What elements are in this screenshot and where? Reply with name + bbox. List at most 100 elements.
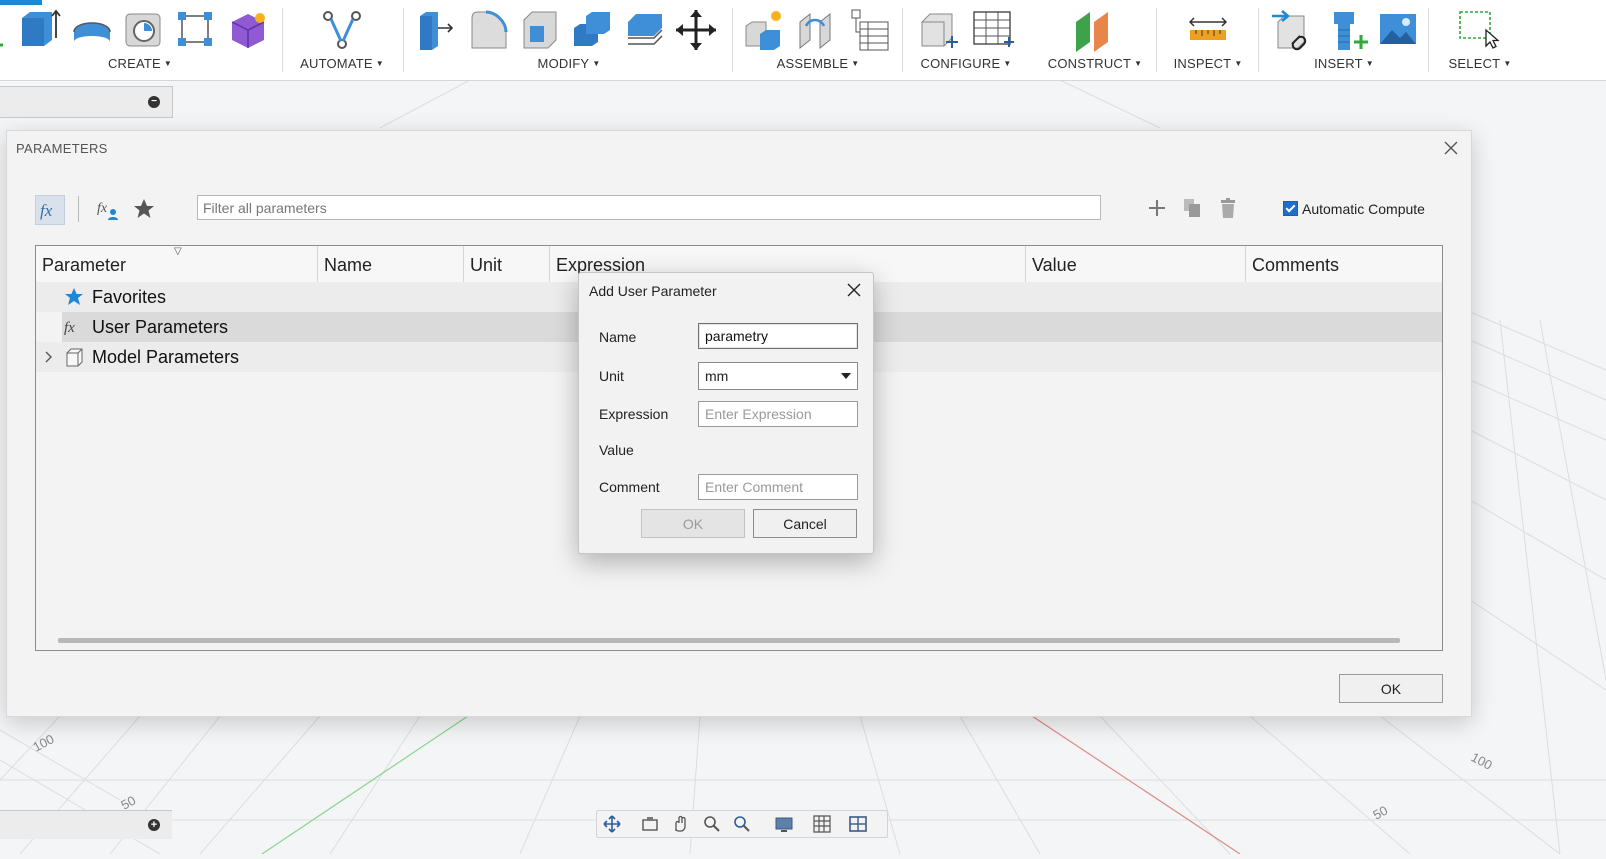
name-field[interactable]	[698, 323, 858, 349]
column-header-unit[interactable]: Unit	[464, 246, 550, 282]
toolbar-divider	[78, 196, 79, 222]
form-icon[interactable]	[226, 8, 270, 52]
row-label: User Parameters	[92, 317, 229, 337]
display-settings-icon[interactable]	[775, 815, 793, 833]
fx-icon: fx	[40, 201, 53, 220]
viewports-icon[interactable]	[849, 815, 867, 833]
offset-face-icon[interactable]	[622, 8, 666, 52]
delete-icon[interactable]	[1218, 197, 1238, 219]
toolbar-divider	[403, 8, 404, 72]
plane-icon[interactable]	[1072, 8, 1116, 52]
combine-icon[interactable]	[570, 8, 614, 52]
joint-icon[interactable]	[794, 8, 838, 52]
measure-icon[interactable]	[1186, 8, 1230, 52]
configure-group[interactable]: CONFIGURE ▼	[910, 0, 1022, 80]
insert-mcmaster-icon[interactable]	[1326, 8, 1370, 52]
collapse-icon[interactable]: −	[148, 96, 160, 108]
caret-down-icon: ▼	[1003, 59, 1012, 68]
sort-caret-icon: ▽	[174, 246, 182, 257]
expression-label: Expression	[599, 406, 669, 422]
automate-group[interactable]: AUTOMATE ▼	[290, 0, 394, 80]
fillet-icon[interactable]	[466, 8, 510, 52]
comments-panel-header[interactable]: +	[0, 810, 172, 839]
chevron-right-icon[interactable]	[42, 347, 56, 367]
create-label[interactable]: CREATE	[108, 56, 161, 71]
checkbox-checked-icon[interactable]	[1283, 201, 1298, 216]
caret-down-icon: ▼	[1365, 59, 1374, 68]
expression-field[interactable]	[698, 401, 858, 427]
horizontal-scrollbar[interactable]	[58, 638, 1400, 643]
ok-button[interactable]: OK	[641, 509, 745, 538]
toolbar-divider	[282, 8, 283, 72]
insert-derive-icon[interactable]	[1270, 8, 1314, 52]
zoom-icon[interactable]	[703, 815, 721, 833]
unit-select[interactable]: mm	[698, 362, 858, 390]
close-icon[interactable]	[847, 283, 861, 297]
create-group[interactable]: CREATE ▼	[0, 0, 280, 80]
model-icon	[66, 348, 83, 367]
select-group[interactable]: SELECT ▼	[1436, 0, 1524, 80]
automate-label[interactable]: AUTOMATE	[300, 56, 373, 71]
dropdown-arrow-icon	[841, 373, 851, 379]
name-label: Name	[599, 329, 637, 345]
caret-down-icon: ▼	[1134, 59, 1143, 68]
insert-group[interactable]: INSERT ▼	[1266, 0, 1422, 80]
assemble-group[interactable]: ASSEMBLE ▼	[738, 0, 898, 80]
orbit-icon[interactable]	[603, 815, 621, 833]
toolbar: CREATE▼ AUTOMATE▼ MODIFY▼ ASSEMBLE▼	[0, 0, 1606, 81]
configure-icon[interactable]	[916, 8, 960, 52]
configure-label[interactable]: CONFIGURE	[921, 56, 1001, 71]
browser-panel-header[interactable]: −	[0, 86, 173, 118]
modify-group[interactable]: MODIFY ▼	[410, 0, 728, 80]
revolve-icon[interactable]	[70, 8, 114, 52]
favorites-filter-icon[interactable]	[133, 198, 155, 220]
fit-icon[interactable]	[733, 815, 751, 833]
bom-icon[interactable]	[846, 8, 890, 52]
add-icon[interactable]	[1147, 197, 1167, 219]
user-fx-icon[interactable]: fx	[97, 197, 121, 221]
column-header-comments[interactable]: Comments	[1246, 246, 1442, 282]
pattern-icon[interactable]	[174, 8, 218, 52]
look-at-icon[interactable]	[641, 815, 659, 833]
toolbar-divider	[1258, 8, 1259, 72]
svg-text:fx: fx	[97, 201, 108, 216]
caret-down-icon: ▼	[1503, 59, 1512, 68]
inspect-group[interactable]: INSPECT ▼	[1162, 0, 1254, 80]
move-icon[interactable]	[674, 8, 718, 52]
unit-value: mm	[705, 368, 729, 384]
press-pull-icon[interactable]	[414, 8, 458, 52]
insert-label[interactable]: INSERT	[1314, 56, 1363, 71]
comment-field[interactable]	[698, 474, 858, 500]
column-header-name[interactable]: Name	[318, 246, 464, 282]
construct-label[interactable]: CONSTRUCT	[1048, 56, 1131, 71]
row-label: Model Parameters	[92, 347, 240, 367]
modify-label[interactable]: MODIFY	[538, 56, 590, 71]
grid-settings-icon[interactable]	[813, 815, 831, 833]
axis-label: 100	[30, 731, 56, 754]
column-header-value[interactable]: Value	[1026, 246, 1246, 282]
filter-input[interactable]	[197, 195, 1101, 220]
construct-group[interactable]: CONSTRUCT ▼	[1040, 0, 1150, 80]
inspect-label[interactable]: INSPECT	[1174, 56, 1232, 71]
fx-filter-button[interactable]: fx	[35, 195, 65, 225]
shell-icon[interactable]	[518, 8, 562, 52]
select-label[interactable]: SELECT	[1449, 56, 1501, 71]
svg-text:fx: fx	[64, 320, 75, 336]
assemble-label[interactable]: ASSEMBLE	[777, 56, 849, 71]
select-window-icon[interactable]	[1456, 8, 1500, 52]
close-icon[interactable]	[1443, 140, 1459, 156]
ok-button[interactable]: OK	[1339, 674, 1443, 703]
canvas-icon[interactable]	[1376, 8, 1420, 52]
extrude-icon[interactable]	[18, 8, 62, 52]
automate-icon[interactable]	[320, 8, 364, 52]
pan-icon[interactable]	[671, 815, 689, 833]
hole-icon[interactable]	[122, 8, 166, 52]
row-gutter	[36, 312, 62, 342]
star-icon	[65, 288, 83, 305]
automatic-compute-checkbox[interactable]: Automatic Compute	[1283, 201, 1425, 217]
new-component-icon[interactable]	[742, 8, 786, 52]
copy-icon[interactable]	[1182, 197, 1202, 219]
cancel-button[interactable]: Cancel	[753, 509, 857, 538]
table-icon[interactable]	[970, 8, 1014, 52]
expand-icon[interactable]: +	[148, 819, 160, 831]
